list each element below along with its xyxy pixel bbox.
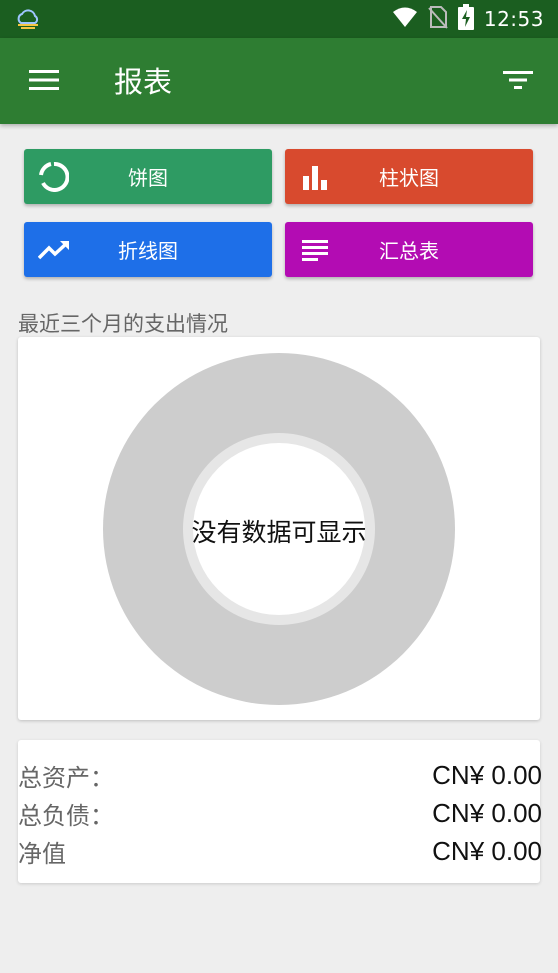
no-sim-icon (428, 5, 448, 33)
no-data-text: 没有数据可显示 (191, 518, 366, 547)
pie-chart-button[interactable]: 饼图 (24, 149, 272, 204)
expense-chart-card: 没有数据可显示 (18, 337, 540, 720)
list-icon (299, 234, 331, 266)
app-bar: 报表 (0, 38, 558, 124)
summary-table-button[interactable]: 汇总表 (285, 222, 533, 277)
wifi-icon (392, 6, 418, 32)
line-chart-icon (38, 234, 70, 266)
pie-chart-icon (38, 161, 70, 193)
total-liabilities-label: 总负债： (18, 801, 114, 830)
battery-charging-icon (457, 4, 474, 34)
empty-donut-chart: 没有数据可显示 (103, 353, 455, 705)
total-assets-value: CN¥ 0.00 (432, 759, 542, 790)
net-worth-label: 净值 (18, 839, 66, 868)
total-liabilities-row: 总负债： CN¥ 0.00 (18, 795, 542, 831)
status-icons: 12:53 (392, 4, 544, 34)
total-assets-label: 总资产： (18, 763, 114, 792)
total-liabilities-value: CN¥ 0.00 (432, 797, 542, 828)
bar-chart-button[interactable]: 柱状图 (285, 149, 533, 204)
hamburger-menu-icon (29, 69, 59, 95)
line-chart-button[interactable]: 折线图 (24, 222, 272, 277)
filter-button[interactable] (496, 60, 540, 104)
filter-icon (503, 69, 533, 95)
status-bar: 12:53 (0, 0, 558, 38)
weather-cloud-icon (14, 8, 42, 30)
bar-chart-icon (299, 161, 331, 193)
net-worth-row: 净值 CN¥ 0.00 (18, 833, 542, 869)
menu-button[interactable] (22, 60, 66, 104)
status-time: 12:53 (483, 7, 544, 31)
total-assets-row: 总资产： CN¥ 0.00 (18, 757, 542, 793)
net-worth-value: CN¥ 0.00 (432, 835, 542, 866)
page-title: 报表 (114, 65, 173, 99)
chart-section-title: 最近三个月的支出情况 (18, 312, 228, 336)
